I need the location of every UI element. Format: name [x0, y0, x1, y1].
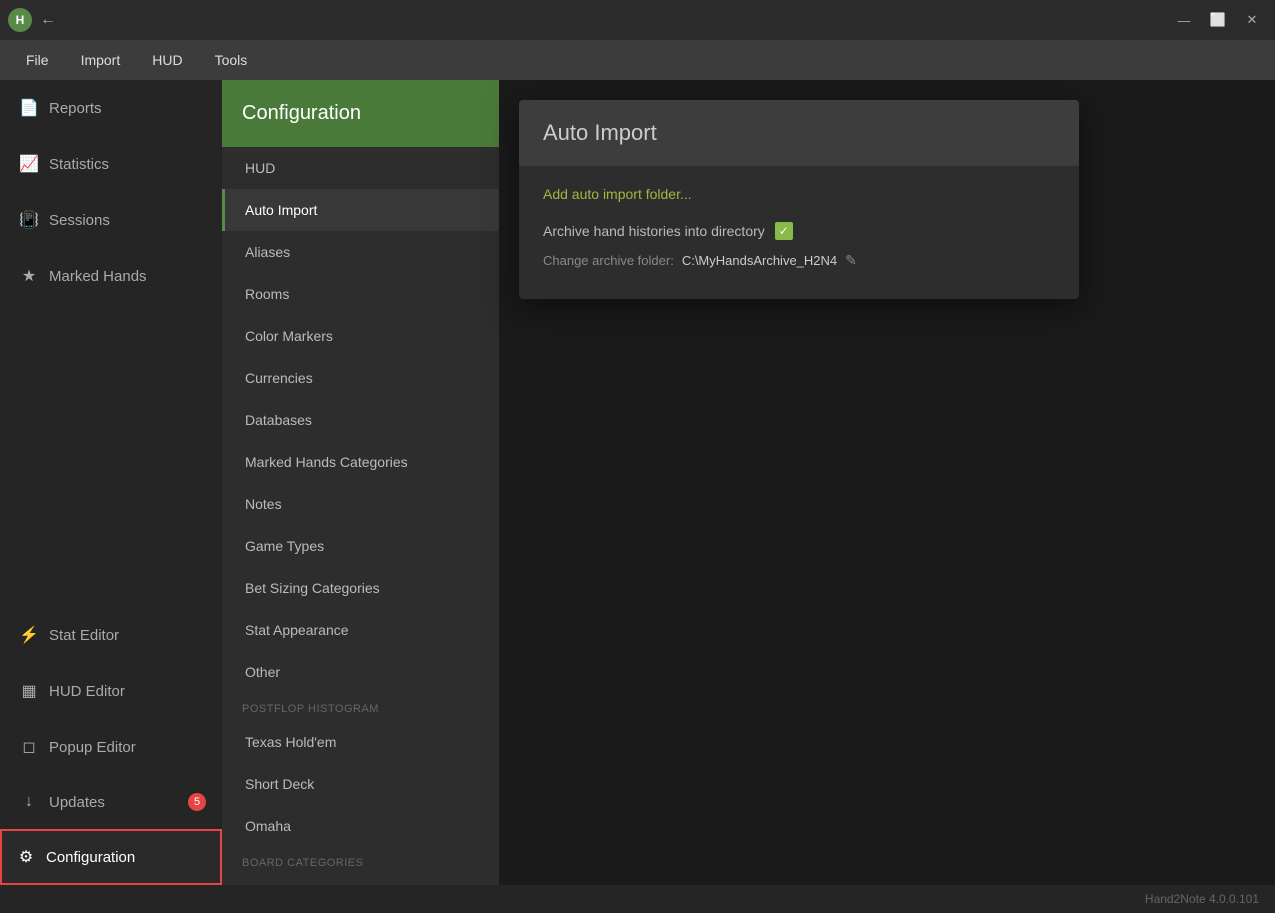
config-item-omaha[interactable]: Omaha [222, 805, 499, 847]
archive-label: Archive hand histories into directory [543, 223, 765, 239]
maximize-button[interactable]: ⬜ [1203, 8, 1233, 32]
config-item-notes[interactable]: Notes [222, 483, 499, 525]
sidebar-item-hud-editor[interactable]: ▦ HUD Editor [0, 663, 222, 719]
config-item-marked-hands-cats[interactable]: Marked Hands Categories [222, 441, 499, 483]
updates-badge: 5 [188, 793, 206, 811]
config-item-other[interactable]: Other [222, 651, 499, 693]
dialog-body: Add auto import folder... Archive hand h… [519, 166, 1079, 299]
sidebar-label-statistics: Statistics [49, 156, 109, 173]
statistics-icon: 📈 [19, 154, 39, 174]
config-item-databases[interactable]: Databases [222, 399, 499, 441]
config-item-currencies[interactable]: Currencies [222, 357, 499, 399]
sidebar-label-marked-hands: Marked Hands [49, 268, 147, 285]
menu-hud[interactable]: HUD [138, 46, 196, 74]
config-item-aliases[interactable]: Aliases [222, 231, 499, 273]
sidebar-label-configuration: Configuration [46, 849, 135, 866]
content-area: Auto Import Add auto import folder... Ar… [499, 80, 1275, 885]
edit-path-icon[interactable]: ✎ [845, 252, 857, 269]
sidebar-label-sessions: Sessions [49, 212, 110, 229]
section-board-categories: BOARD CATEGORIES [222, 847, 499, 875]
config-item-bet-sizing[interactable]: Bet Sizing Categories [222, 567, 499, 609]
config-item-texas-holdem-bc[interactable]: Texas Hold'em [222, 875, 499, 885]
archive-path-row: Change archive folder: C:\MyHandsArchive… [543, 252, 1055, 269]
config-item-game-types[interactable]: Game Types [222, 525, 499, 567]
main-layout: 📄 Reports 📈 Statistics 📳 Sessions ★ Mark… [0, 80, 1275, 885]
marked-hands-icon: ★ [19, 266, 39, 286]
config-title: Configuration [242, 102, 361, 124]
sidebar-label-updates: Updates [49, 794, 105, 811]
config-item-stat-appearance[interactable]: Stat Appearance [222, 609, 499, 651]
configuration-icon: ⚙ [16, 847, 36, 867]
add-folder-link[interactable]: Add auto import folder... [543, 186, 692, 202]
sidebar-item-marked-hands[interactable]: ★ Marked Hands [0, 248, 222, 304]
version-label: Hand2Note 4.0.0.101 [1145, 892, 1259, 906]
archive-checkbox[interactable]: ✓ [775, 222, 793, 240]
hud-editor-icon: ▦ [19, 681, 39, 701]
archive-row: Archive hand histories into directory ✓ [543, 222, 1055, 240]
config-item-texas-holdem[interactable]: Texas Hold'em [222, 721, 499, 763]
menu-tools[interactable]: Tools [201, 46, 262, 74]
stat-editor-icon: ⚡ [19, 625, 39, 645]
archive-folder-path: C:\MyHandsArchive_H2N4 [682, 253, 837, 268]
status-bar: Hand2Note 4.0.0.101 [0, 885, 1275, 913]
section-postflop-histogram: POSTFLOP HISTOGRAM [222, 693, 499, 721]
menu-bar: File Import HUD Tools [0, 40, 1275, 80]
reports-icon: 📄 [19, 98, 39, 118]
title-bar-controls: — ⬜ ✕ [1169, 8, 1267, 32]
config-list: HUD Auto Import Aliases Rooms Color Mark… [222, 147, 499, 885]
config-item-rooms[interactable]: Rooms [222, 273, 499, 315]
sidebar: 📄 Reports 📈 Statistics 📳 Sessions ★ Mark… [0, 80, 222, 885]
dialog-title: Auto Import [543, 120, 657, 145]
sidebar-item-stat-editor[interactable]: ⚡ Stat Editor [0, 607, 222, 663]
config-panel: Configuration HUD Auto Import Aliases Ro… [222, 80, 499, 885]
updates-icon: ↓ [19, 793, 39, 811]
config-item-color-markers[interactable]: Color Markers [222, 315, 499, 357]
minimize-button[interactable]: — [1169, 8, 1199, 32]
sidebar-item-updates[interactable]: ↓ Updates 5 [0, 775, 222, 829]
sidebar-item-configuration[interactable]: ⚙ Configuration [0, 829, 222, 885]
app-logo: H [8, 8, 32, 32]
title-bar-left: H ← [8, 8, 56, 32]
config-item-hud[interactable]: HUD [222, 147, 499, 189]
menu-import[interactable]: Import [67, 46, 135, 74]
sidebar-label-popup-editor: Popup Editor [49, 739, 136, 756]
auto-import-dialog: Auto Import Add auto import folder... Ar… [519, 100, 1079, 299]
title-bar: H ← — ⬜ ✕ [0, 0, 1275, 40]
sidebar-label-stat-editor: Stat Editor [49, 627, 119, 644]
config-header: Configuration [222, 80, 499, 147]
close-button[interactable]: ✕ [1237, 8, 1267, 32]
sessions-icon: 📳 [19, 210, 39, 230]
sidebar-spacer [0, 304, 222, 607]
menu-file[interactable]: File [12, 46, 63, 74]
config-item-short-deck[interactable]: Short Deck [222, 763, 499, 805]
sidebar-item-sessions[interactable]: 📳 Sessions [0, 192, 222, 248]
config-item-auto-import[interactable]: Auto Import [222, 189, 499, 231]
checkbox-check-icon: ✓ [779, 224, 789, 238]
popup-editor-icon: ◻ [19, 737, 39, 757]
dialog-header: Auto Import [519, 100, 1079, 166]
sidebar-label-hud-editor: HUD Editor [49, 683, 125, 700]
sidebar-item-reports[interactable]: 📄 Reports [0, 80, 222, 136]
back-button[interactable]: ← [40, 11, 56, 29]
sidebar-label-reports: Reports [49, 100, 102, 117]
sidebar-item-popup-editor[interactable]: ◻ Popup Editor [0, 719, 222, 775]
sidebar-item-statistics[interactable]: 📈 Statistics [0, 136, 222, 192]
archive-folder-label: Change archive folder: [543, 253, 674, 268]
